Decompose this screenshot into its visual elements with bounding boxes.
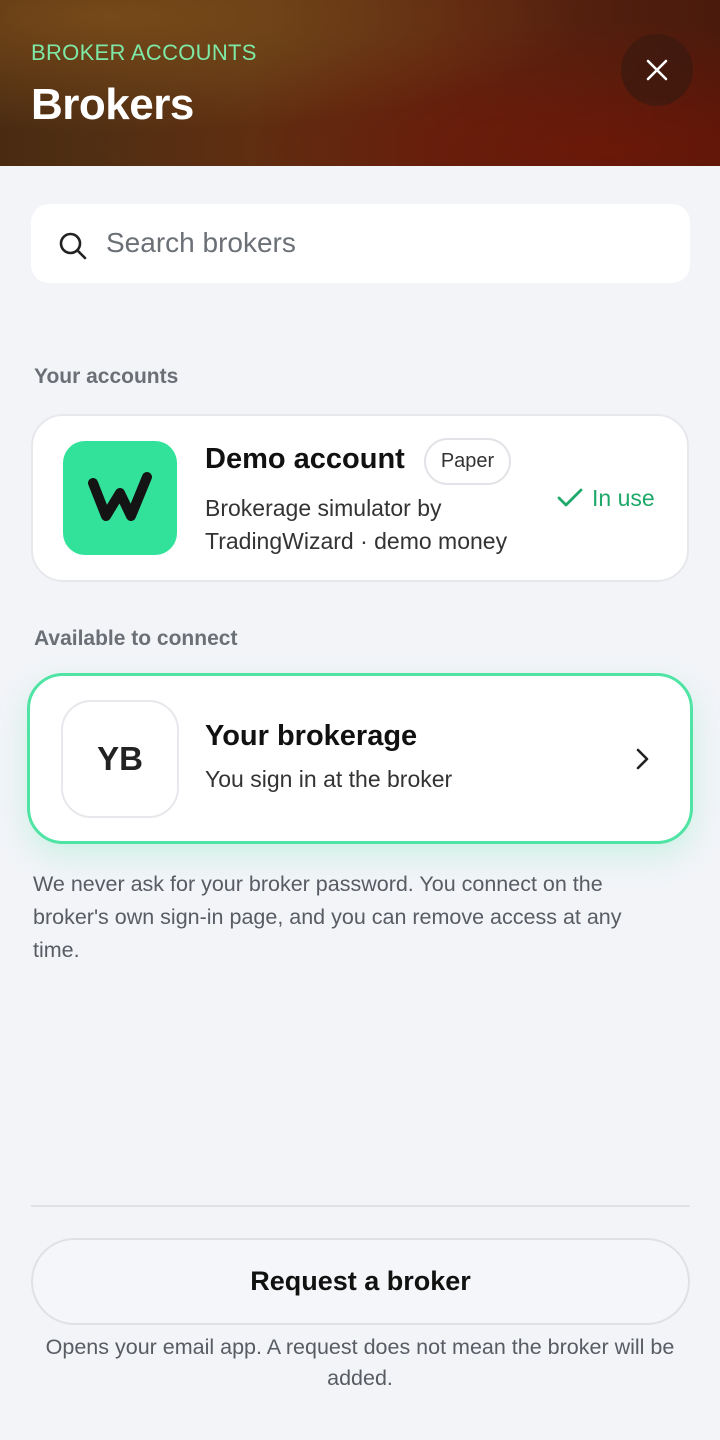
status-text: In use bbox=[592, 484, 655, 511]
broker-subtitle: You sign in at the broker bbox=[205, 766, 453, 792]
tradingwizard-logo-icon bbox=[63, 441, 177, 555]
in-use-status: In use bbox=[556, 482, 655, 514]
checkmark-icon bbox=[557, 488, 583, 507]
security-note: We never ask for your broker password. Y… bbox=[33, 872, 622, 962]
brokers-screen: BROKER ACCOUNTS Brokers Your accounts De… bbox=[0, 0, 720, 1440]
your-accounts-label: Your accounts bbox=[34, 365, 179, 388]
page-title: Brokers bbox=[31, 80, 194, 129]
request-broker-button[interactable]: Request a broker bbox=[31, 1238, 690, 1325]
account-name: Demo account bbox=[205, 443, 405, 475]
broker-initials-avatar: YB bbox=[61, 700, 179, 818]
close-icon bbox=[646, 59, 668, 81]
header: BROKER ACCOUNTS Brokers bbox=[0, 0, 720, 166]
search-input[interactable] bbox=[106, 220, 666, 266]
available-label: Available to connect bbox=[34, 627, 238, 650]
request-note: Opens your email app. A request does not… bbox=[45, 1335, 675, 1390]
chevron-right-icon bbox=[636, 748, 649, 770]
divider bbox=[31, 1205, 690, 1207]
search-icon bbox=[59, 232, 87, 260]
header-eyebrow: BROKER ACCOUNTS bbox=[31, 40, 257, 65]
paper-badge: Paper bbox=[424, 438, 511, 485]
close-button[interactable] bbox=[621, 34, 693, 106]
broker-name: Your brokerage bbox=[205, 720, 418, 752]
account-description: Brokerage simulator by TradingWizard · d… bbox=[205, 495, 508, 554]
